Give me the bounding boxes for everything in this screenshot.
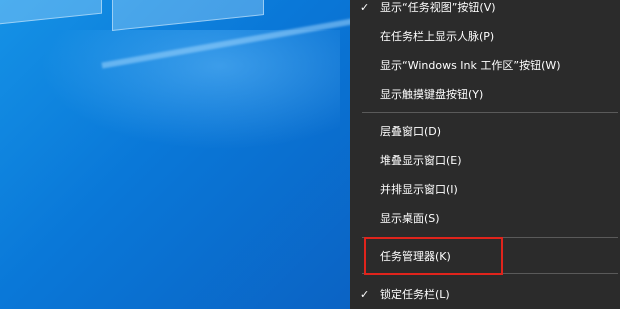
menu-item-label: 层叠窗口(D) [380, 125, 442, 138]
menu-item-label: 显示触摸键盘按钮(Y) [380, 88, 484, 101]
menu-item-label: 堆叠显示窗口(E) [380, 154, 462, 167]
menu-item-show-windows-ink-button[interactable]: 显示“Windows Ink 工作区”按钮(W) [350, 50, 620, 80]
menu-item-label: 在任务栏上显示人脉(P) [380, 30, 495, 43]
menu-item-show-desktop[interactable]: 显示桌面(S) [350, 203, 620, 233]
menu-item-show-people[interactable]: 在任务栏上显示人脉(P) [350, 21, 620, 51]
menu-item-show-task-view-button[interactable]: ✓ 显示“任务视图”按钮(V) [350, 0, 620, 22]
windows-logo-pane [112, 0, 264, 31]
desktop-background [0, 0, 350, 309]
menu-item-lock-taskbar[interactable]: ✓ 锁定任务栏(L) [350, 279, 620, 309]
menu-item-stack-windows[interactable]: 堆叠显示窗口(E) [350, 145, 620, 175]
menu-item-side-by-side-windows[interactable]: 并排显示窗口(I) [350, 174, 620, 204]
checkmark-icon: ✓ [360, 287, 370, 301]
menu-item-label: 显示桌面(S) [380, 212, 440, 225]
checkmark-icon: ✓ [360, 0, 370, 14]
menu-item-label: 显示“Windows Ink 工作区”按钮(W) [380, 59, 561, 72]
red-highlight-box [364, 237, 503, 275]
menu-item-label: 并排显示窗口(I) [380, 183, 458, 196]
menu-separator [362, 112, 618, 113]
windows-logo-pane [0, 0, 102, 27]
menu-item-cascade-windows[interactable]: 层叠窗口(D) [350, 116, 620, 146]
menu-item-label: 显示“任务视图”按钮(V) [380, 1, 496, 14]
menu-item-label: 锁定任务栏(L) [380, 288, 450, 301]
menu-item-show-touch-keyboard-button[interactable]: 显示触摸键盘按钮(Y) [350, 79, 620, 109]
